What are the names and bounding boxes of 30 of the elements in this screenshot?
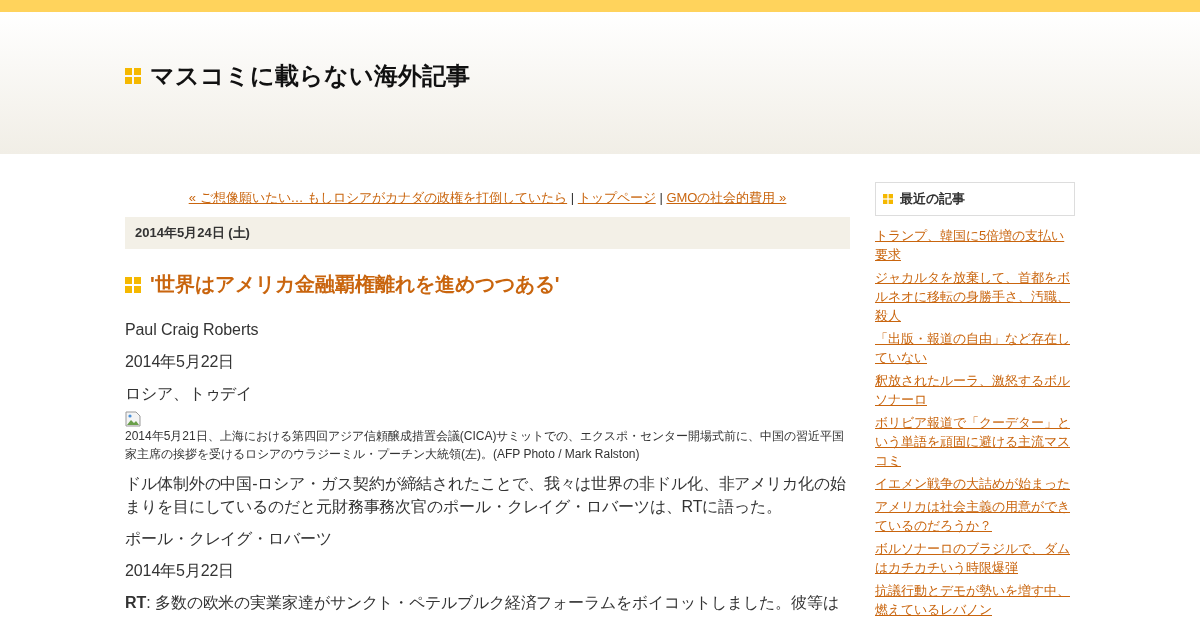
recent-article-link[interactable]: ボリビア報道で「クーデター」という単語を頑固に避ける主流マスコミ	[875, 413, 1075, 470]
recent-article-link[interactable]: イエメン戦争の大詰めが始まった	[875, 474, 1075, 493]
paragraph: 2014年5月22日	[125, 561, 236, 581]
recent-article-link[interactable]: 抗議行動とデモが勢いを増す中、燃えているレバノン	[875, 581, 1075, 619]
sidebar-heading-text: 最近の記事	[900, 190, 965, 208]
paragraph: Paul Craig Roberts	[125, 320, 260, 340]
squares-icon	[125, 276, 141, 293]
paragraph: ポール・クレイグ・ロバーツ	[125, 529, 333, 549]
separator: |	[659, 190, 663, 205]
next-post-link[interactable]: GMOの社会的費用 »	[666, 190, 787, 205]
previous-post-link[interactable]: « ご想像願いたい… もしロシアがカナダの政権を打倒していたら	[188, 190, 568, 205]
recent-article-link[interactable]: ジャカルタを放棄して、首都をボルネオに移転の身勝手さ、汚職、殺人	[875, 268, 1075, 325]
broken-image-icon	[125, 411, 141, 427]
paragraph: RT: 多数の欧米の実業家達がサンクト・ペテルブルク経済フォーラムをボイコットしました。彼等は	[125, 593, 840, 613]
top-page-link[interactable]: トップページ	[577, 190, 656, 205]
site-title[interactable]: マスコミに載らない海外記事	[150, 60, 470, 92]
recent-article-link[interactable]: 「出版・報道の自由」など存在していない	[875, 329, 1075, 367]
date-header: 2014年5月24日 (土)	[125, 217, 850, 249]
recent-article-link[interactable]: アメリカは社会主義の用意ができているのだろうか？	[875, 497, 1075, 535]
separator: |	[570, 190, 575, 205]
paragraph: ドル体制外の中国-ロシア・ガス契約が締結されたことで、我々は世界の非ドル化、非アメリカ化の始まりを目にしているのだと元財務事務次官のポール・クレイグ・ロバーツは、RTに語った。	[125, 474, 847, 517]
recent-article-link[interactable]: 釈放されたルーラ、激怒するボルソナーロ	[875, 371, 1075, 409]
post-title: '世界はアメリカ金融覇権離れを進めつつある'	[150, 272, 560, 297]
squares-icon	[125, 68, 141, 84]
recent-article-link[interactable]: トランプ、韓国に5倍増の支払い要求	[875, 226, 1075, 264]
image-caption: 2014年5月21日、上海における第四回アジア信頼醸成措置会議(CICA)サミットでの、エクスポ・センター開場式前に、中国の習近平国家主席の挨拶を受けるロシアのウラジーミル・プーチン大統領(左)。(AFP Photo / Mark Ralston)	[125, 428, 846, 463]
paragraph: 2014年5月22日	[125, 352, 236, 372]
squares-icon	[883, 194, 893, 204]
recent-article-link[interactable]: ボルソナーロのブラジルで、ダムはカチカチいう時限爆弾	[875, 539, 1075, 577]
paragraph: ロシア、トゥデイ	[125, 384, 254, 404]
